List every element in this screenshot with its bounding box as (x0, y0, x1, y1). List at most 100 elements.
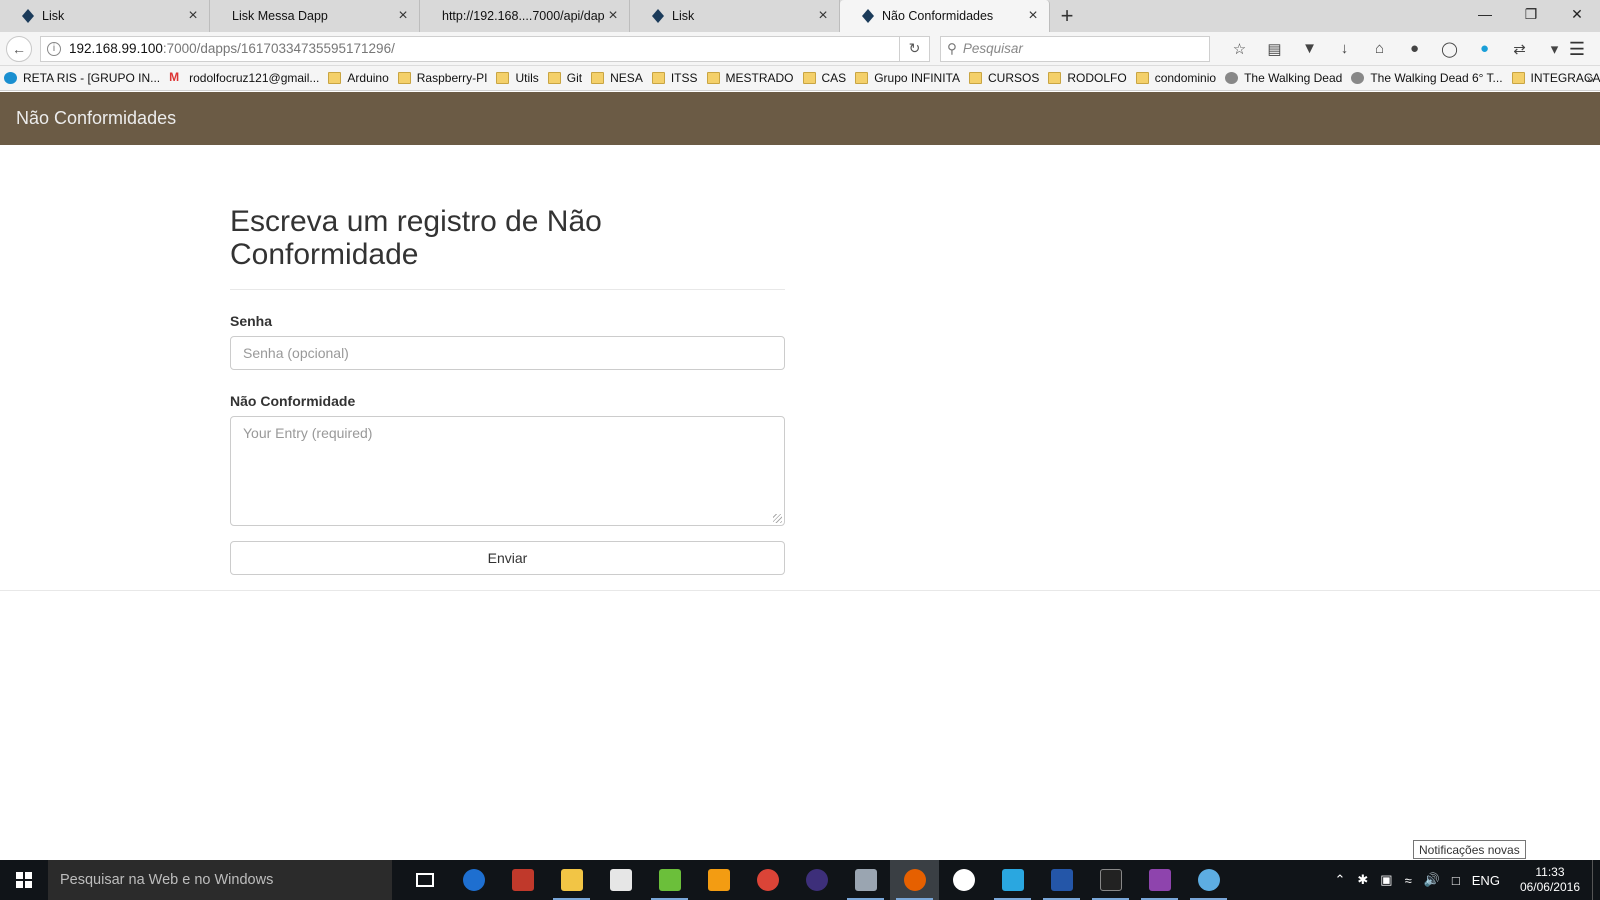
paint-icon[interactable] (1184, 860, 1233, 900)
task-view-icon[interactable] (400, 860, 449, 900)
address-bar[interactable]: i 192.168.99.100:7000/dapps/161703347355… (40, 35, 900, 62)
download-icon[interactable]: ↓ (1327, 36, 1362, 62)
bookmark-folder[interactable]: CAS (802, 71, 846, 85)
close-tab-icon[interactable]: × (1025, 7, 1041, 24)
close-window-icon[interactable]: ✕ (1554, 0, 1600, 28)
bookmark-folder[interactable]: ITSS (651, 71, 698, 85)
taskbar-search-input[interactable]: Pesquisar na Web e no Windows (48, 860, 392, 900)
file-explorer-icon[interactable] (547, 860, 596, 900)
bookmark-folder[interactable]: MESTRADO (706, 71, 794, 85)
folder-icon (328, 72, 342, 84)
folder-icon (651, 72, 665, 84)
folder-icon (969, 72, 982, 84)
taskbar-apps (400, 860, 1233, 900)
bookmark-label: The Walking Dead (1244, 71, 1343, 85)
bookmark-folder[interactable]: Raspberry-PI (397, 71, 487, 85)
close-tab-icon[interactable]: × (185, 7, 201, 24)
home-icon[interactable]: ⌂ (1362, 36, 1397, 62)
tab-lisk-1[interactable]: Lisk × (0, 0, 210, 32)
submit-button[interactable]: Enviar (230, 541, 785, 575)
bookmark-item[interactable]: Mrodolfocruz121@gmail... (169, 71, 319, 85)
wifi-icon[interactable]: ≈ (1405, 873, 1412, 888)
close-tab-icon[interactable]: × (815, 7, 831, 24)
globe-icon (1225, 72, 1239, 84)
windows-icon (16, 872, 32, 888)
bookmark-item[interactable]: The Walking Dead (1225, 71, 1342, 85)
chevron-right-icon[interactable]: » (1586, 70, 1594, 86)
bookmark-label: RETA RIS - [GRUPO IN... (23, 71, 161, 85)
window-controls: — ❐ ✕ (1462, 0, 1600, 32)
bookmark-label: Git (566, 71, 583, 85)
brand-link[interactable]: Não Conformidades (16, 108, 176, 129)
entry-textarea[interactable]: Your Entry (required) (230, 416, 785, 526)
chat-icon[interactable]: ● (1397, 36, 1432, 62)
skype-icon[interactable]: ● (1467, 36, 1502, 62)
clock-date: 06/06/2016 (1519, 880, 1580, 894)
menu-icon[interactable]: ☰ (1564, 36, 1590, 62)
bookmark-label: RODOLFO (1067, 71, 1127, 85)
sync-icon[interactable]: ⇄ (1502, 36, 1537, 62)
language-indicator[interactable]: ENG (1472, 873, 1500, 888)
tab-api-dapps[interactable]: http://192.168....7000/api/dapps × (420, 0, 630, 32)
eclipse-icon[interactable] (792, 860, 841, 900)
restore-icon[interactable]: ❐ (1508, 0, 1554, 28)
pocket-icon[interactable]: ▼ (1292, 36, 1327, 62)
bookmark-folder[interactable]: Grupo INFINITA (855, 71, 960, 85)
app-navbar: Não Conformidades (0, 92, 1600, 145)
firefox-icon[interactable] (890, 860, 939, 900)
search-input[interactable]: ⚲ Pesquisar (940, 35, 1210, 62)
reading-list-icon[interactable]: ▤ (1257, 36, 1292, 62)
close-tab-icon[interactable]: × (605, 7, 621, 24)
kitematic-icon[interactable] (988, 860, 1037, 900)
tab-lisk-messa-dapp[interactable]: Lisk Messa Dapp × (210, 0, 420, 32)
notepad-icon[interactable] (645, 860, 694, 900)
app-icon[interactable] (498, 860, 547, 900)
clock-time: 11:33 (1535, 865, 1565, 879)
bookmark-folder[interactable]: Git (547, 71, 583, 85)
battery-icon[interactable]: ▣ (1380, 872, 1392, 888)
tab-title: Lisk (42, 9, 65, 23)
close-tab-icon[interactable]: × (395, 7, 411, 24)
extension-icon[interactable]: ◯ (1432, 36, 1467, 62)
lisk-favicon-icon (652, 9, 664, 23)
bookmark-folder[interactable]: Utils (496, 71, 539, 85)
notification-tooltip: Notificações novas (1413, 840, 1526, 859)
settings-icon[interactable]: ✱ (1357, 872, 1368, 888)
volume-icon[interactable]: 🔊 (1424, 872, 1440, 888)
bookmark-folder[interactable]: Arduino (328, 71, 389, 85)
bookmark-star-icon[interactable]: ☆ (1222, 36, 1257, 62)
chrome-icon[interactable] (743, 860, 792, 900)
start-button[interactable] (0, 860, 48, 900)
media-player-icon[interactable] (694, 860, 743, 900)
edge-icon[interactable] (449, 860, 498, 900)
bookmark-folder[interactable]: NESA (591, 71, 643, 85)
site-icon (4, 72, 17, 84)
show-desktop-button[interactable] (1592, 860, 1600, 900)
new-tab-button[interactable]: + (1050, 0, 1084, 32)
navigation-bar: ← i 192.168.99.100:7000/dapps/1617033473… (0, 32, 1600, 66)
info-icon[interactable]: i (47, 41, 61, 56)
tab-nao-conformidades[interactable]: Não Conformidades × (840, 0, 1050, 32)
powershell-icon[interactable] (1037, 860, 1086, 900)
resize-handle-icon[interactable] (773, 514, 782, 523)
bookmark-item[interactable]: The Walking Dead 6° T... (1351, 71, 1503, 85)
clock[interactable]: 11:33 06/06/2016 (1520, 865, 1580, 895)
reload-button[interactable]: ↻ (900, 35, 930, 62)
notifications-icon[interactable]: □ (1452, 873, 1460, 888)
minimize-icon[interactable]: — (1462, 0, 1508, 28)
bookmark-folder[interactable]: CURSOS (969, 71, 1039, 85)
bookmark-folder[interactable]: condominio (1135, 71, 1216, 85)
password-input[interactable]: Senha (opcional) (230, 336, 785, 370)
password-label: Senha (230, 313, 273, 329)
back-button[interactable]: ← (6, 35, 32, 62)
terminal-icon[interactable] (1086, 860, 1135, 900)
store-icon[interactable] (596, 860, 645, 900)
tab-lisk-2[interactable]: Lisk × (630, 0, 840, 32)
entry-placeholder: Your Entry (required) (243, 425, 373, 441)
database-icon[interactable] (841, 860, 890, 900)
app-icon[interactable] (1135, 860, 1184, 900)
slack-icon[interactable] (939, 860, 988, 900)
chevron-up-icon[interactable]: ⌃ (1334, 872, 1345, 888)
bookmark-item[interactable]: RETA RIS - [GRUPO IN... (4, 71, 160, 85)
bookmark-folder[interactable]: RODOLFO (1048, 71, 1127, 85)
